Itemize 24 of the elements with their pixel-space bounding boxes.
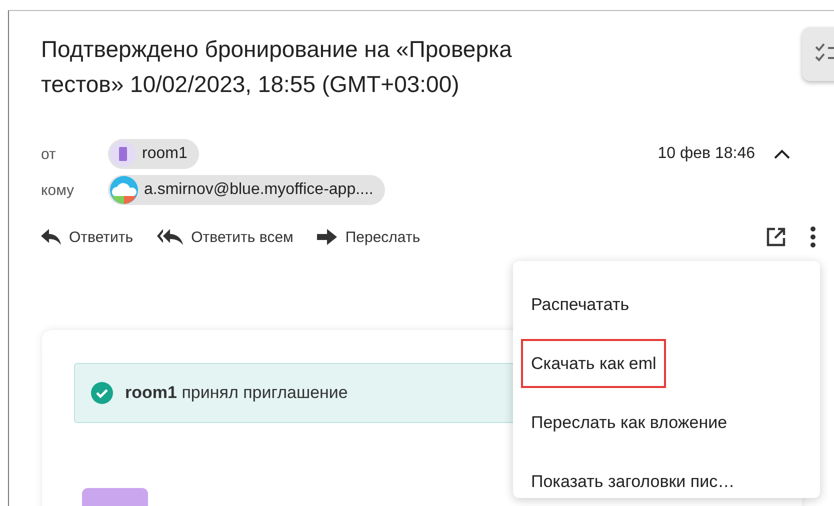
to-label: кому	[41, 182, 76, 198]
email-action[interactable]: Ответить	[41, 228, 134, 246]
menu-item[interactable]: Показать заголовки пис…	[521, 457, 745, 506]
email-date: 10 фев 18:46	[658, 145, 755, 163]
check-circle-icon	[91, 382, 113, 404]
reply-all-icon	[157, 229, 184, 245]
from-label: от	[41, 146, 57, 162]
task-list-button[interactable]	[802, 27, 834, 81]
email-action[interactable]: Переслать	[317, 228, 420, 246]
recipient-chip[interactable]: a.smirnov@blue.myoffice-app....	[108, 175, 386, 205]
email-action[interactable]: Ответить всем	[157, 228, 294, 246]
menu-item[interactable]: Распечатать	[521, 280, 640, 329]
menu-item[interactable]: Переслать как вложение	[521, 398, 738, 447]
door-icon	[119, 147, 127, 161]
reply-icon	[41, 229, 61, 245]
email-subject: Подтверждено бронирование на «Проверка тестов» 10/02/2023, 18:55 (GMT+03:00)	[41, 35, 513, 99]
open-external-icon[interactable]	[766, 227, 786, 247]
forward-icon	[317, 229, 338, 245]
cloud-avatar-icon	[110, 176, 138, 204]
acceptance-text: room1 принял приглашение	[125, 383, 348, 403]
more-options-icon[interactable]	[810, 226, 816, 248]
menu-item[interactable]: Скачать как eml	[521, 339, 666, 388]
chevron-icon[interactable]	[773, 148, 791, 160]
sender-chip[interactable]: room1	[108, 139, 200, 169]
